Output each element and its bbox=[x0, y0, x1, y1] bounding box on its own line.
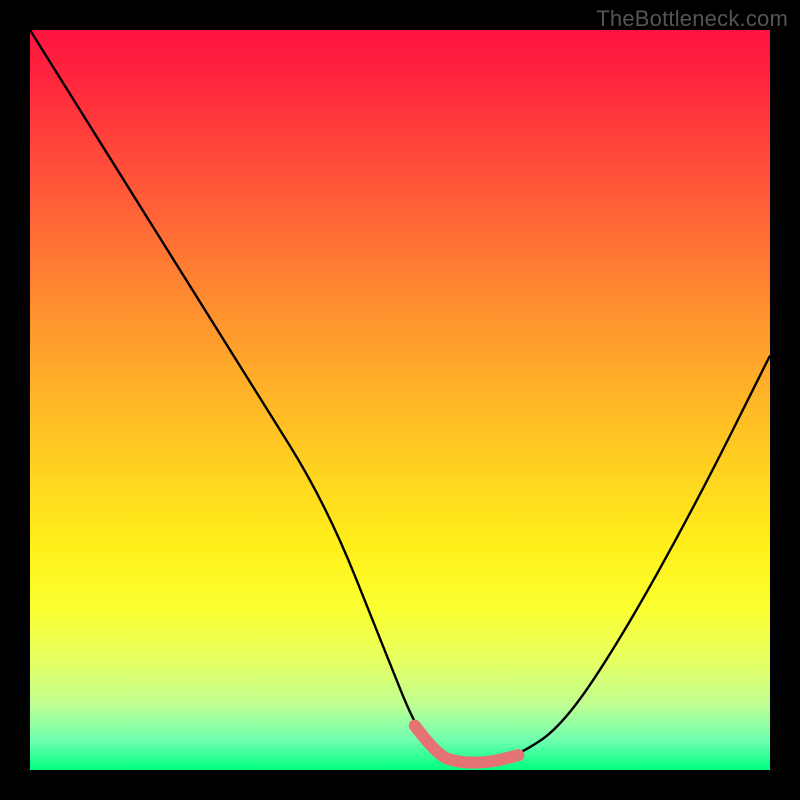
watermark-text: TheBottleneck.com bbox=[596, 6, 788, 32]
bottleneck-curve bbox=[30, 30, 770, 763]
highlight-segment bbox=[415, 726, 519, 763]
plot-area bbox=[30, 30, 770, 770]
curve-layer bbox=[30, 30, 770, 770]
chart-container: TheBottleneck.com bbox=[0, 0, 800, 800]
